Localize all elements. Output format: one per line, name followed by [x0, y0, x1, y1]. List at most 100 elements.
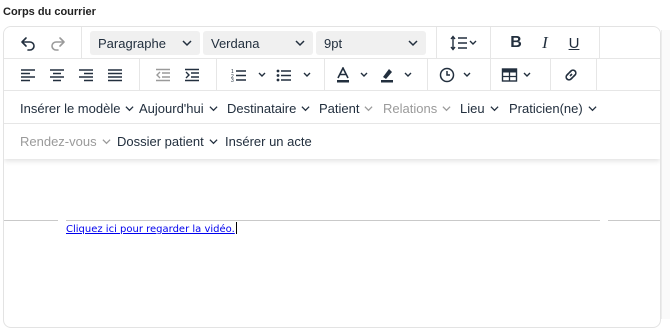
italic-icon: I — [542, 33, 548, 52]
chevron-down-icon — [364, 105, 374, 111]
content-divider — [4, 220, 58, 221]
underline-icon: U — [568, 34, 580, 52]
font-family-value: Verdana — [211, 35, 260, 51]
bold-button[interactable]: B — [504, 31, 528, 55]
menu-label: Dossier patient — [117, 133, 204, 149]
italic-button[interactable]: I — [533, 31, 557, 55]
toolbar-separator — [139, 59, 140, 91]
toolbar-separator — [216, 59, 217, 91]
link-icon — [565, 69, 577, 81]
toolbar-row-4: Rendez-vous Dossier patient Insérer un a… — [4, 125, 660, 157]
chevron-down-icon — [301, 105, 310, 111]
text-cursor — [235, 222, 237, 234]
indent-icon — [185, 68, 199, 82]
menu-aujourdhui[interactable]: Aujourd'hui — [139, 92, 218, 124]
chevron-down-icon — [125, 105, 134, 111]
font-size-value: 9pt — [324, 35, 343, 51]
chevron-down-icon — [182, 40, 192, 47]
text-color-button[interactable] — [334, 63, 374, 87]
content-divider — [66, 220, 600, 221]
toolbar-separator — [324, 59, 325, 91]
menu-inserer-modele[interactable]: Insérer le modèle — [20, 92, 134, 124]
menu-label: Aujourd'hui — [139, 100, 204, 116]
insert-time-icon — [439, 67, 471, 83]
font-size-select[interactable]: 9pt — [316, 31, 426, 55]
toolbar-row-2: 123 — [4, 59, 660, 91]
chevron-down-icon — [102, 138, 111, 144]
chevron-down-icon — [490, 105, 499, 111]
align-left-button[interactable] — [16, 63, 40, 87]
toolbar-separator — [550, 59, 551, 91]
insert-time-button[interactable] — [438, 63, 478, 87]
align-justify-button[interactable] — [103, 63, 127, 87]
menu-dossier-patient[interactable]: Dossier patient — [117, 125, 218, 157]
redo-button[interactable] — [46, 31, 70, 55]
rich-text-editor: Paragraphe Verdana 9pt B I U 1 2 3 Insér… — [3, 26, 661, 328]
align-right-button[interactable] — [74, 63, 98, 87]
toolbar-separator — [81, 27, 82, 59]
menu-label: Insérer un acte — [225, 133, 312, 149]
numbered-list-icon: 123 — [231, 69, 266, 82]
video-link[interactable]: Cliquez ici pour regarder la vidéo. — [66, 222, 237, 235]
align-right-icon — [79, 69, 93, 82]
chevron-down-icon — [295, 40, 305, 47]
align-center-button[interactable] — [45, 63, 69, 87]
menu-label: Destinataire — [227, 100, 297, 116]
toolbar-row-3: Insérer le modèle Aujourd'hui Destinatai… — [4, 92, 660, 124]
redo-icon — [51, 37, 65, 51]
menu-label: Insérer le modèle — [20, 100, 121, 116]
menu-praticien[interactable]: Praticien(ne) — [509, 92, 597, 124]
toolbar-separator — [490, 27, 491, 59]
menu-label: Rendez-vous — [20, 133, 97, 149]
menu-lieu[interactable]: Lieu — [460, 92, 499, 124]
font-family-select[interactable]: Verdana — [203, 31, 313, 55]
undo-button[interactable] — [16, 31, 40, 55]
menu-patient[interactable]: Patient — [319, 92, 374, 124]
line-height-icon — [450, 35, 477, 51]
bullet-list-icon — [276, 69, 311, 82]
outdent-button[interactable] — [151, 63, 175, 87]
chevron-down-icon — [588, 105, 597, 111]
table-button[interactable] — [500, 63, 540, 87]
block-format-select[interactable]: Paragraphe — [90, 31, 200, 55]
text-color-icon — [337, 67, 368, 83]
highlight-color-button[interactable] — [378, 63, 418, 87]
toolbar-row-1: Paragraphe Verdana 9pt B I U — [4, 27, 660, 59]
indent-button[interactable] — [180, 63, 204, 87]
table-icon — [501, 68, 531, 82]
underline-button[interactable]: U — [562, 31, 586, 55]
block-format-value: Paragraphe — [98, 35, 166, 51]
bullet-list-button[interactable] — [274, 63, 316, 87]
outdent-icon — [156, 68, 170, 82]
menu-inserer-acte[interactable]: Insérer un acte — [225, 125, 312, 157]
chevron-down-icon — [209, 138, 218, 144]
link-button[interactable] — [559, 63, 583, 87]
content-divider — [608, 220, 660, 221]
menu-label: Relations — [383, 100, 438, 116]
chevron-down-icon — [442, 105, 451, 111]
page-scrollbar-track[interactable] — [661, 30, 670, 319]
toolbar-separator — [596, 59, 597, 91]
video-link-text[interactable]: Cliquez ici pour regarder la vidéo. — [66, 224, 235, 235]
chevron-down-icon — [209, 105, 218, 111]
highlight-color-icon — [381, 69, 412, 83]
align-center-icon — [50, 69, 64, 82]
toolbar-separator — [599, 27, 600, 59]
toolbar-separator — [490, 59, 491, 91]
line-height-button[interactable] — [445, 31, 481, 55]
menu-rendez-vous[interactable]: Rendez-vous — [20, 125, 111, 157]
field-label: Corps du courrier — [3, 6, 96, 18]
svg-text:3: 3 — [231, 78, 234, 82]
numbered-list-button[interactable]: 123 — [229, 63, 271, 87]
undo-icon — [21, 37, 35, 51]
toolbar-separator — [427, 59, 428, 91]
toolbar-separator — [436, 27, 437, 59]
menu-label: Patient — [319, 100, 360, 116]
bold-icon: B — [510, 34, 522, 51]
menu-destinataire[interactable]: Destinataire — [227, 92, 310, 124]
align-justify-icon — [108, 69, 122, 82]
chevron-down-icon — [408, 40, 418, 47]
menu-label: Lieu — [460, 100, 485, 116]
editor-toolbar: Paragraphe Verdana 9pt B I U 1 2 3 Insér… — [4, 27, 660, 159]
menu-relations[interactable]: Relations — [383, 92, 451, 124]
